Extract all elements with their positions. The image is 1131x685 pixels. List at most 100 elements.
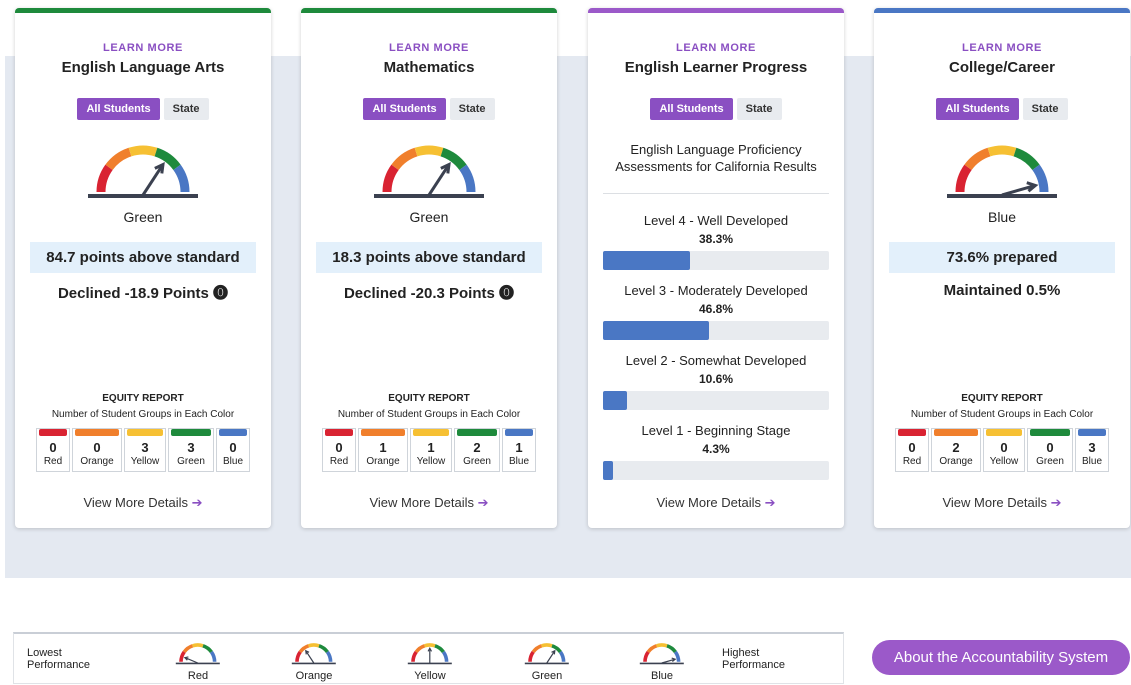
equity-color-bar	[75, 429, 119, 436]
all-students-button[interactable]: All Students	[650, 98, 733, 120]
equity-color-bar	[457, 429, 497, 436]
gauge-segment-red	[295, 650, 302, 662]
card-title: Mathematics	[383, 59, 475, 76]
equity-color-label: Green	[463, 456, 491, 467]
about-accountability-button[interactable]: About the Accountability System	[872, 640, 1130, 675]
gauge-needle	[305, 650, 315, 664]
equity-color-bar	[127, 429, 163, 436]
elpac-subtitle-line1: English Language Proficiency	[630, 142, 802, 157]
gauge-segment-yellow	[192, 643, 204, 648]
equity-color-label: Yellow	[416, 456, 446, 467]
state-button[interactable]: State	[449, 98, 495, 120]
learn-more-link[interactable]: LEARN MORE	[15, 42, 271, 54]
equity-count: 3	[1088, 440, 1096, 455]
equity-box-red: 0 Red	[895, 428, 929, 472]
student-group-toggle: All Students State	[301, 98, 557, 120]
equity-report-title: EQUITY REPORT	[388, 393, 470, 404]
view-more-details-link[interactable]: View More Details ➔	[15, 495, 271, 511]
level-name: Level 1 - Beginning Stage	[641, 423, 791, 438]
mini-gauge-icon	[524, 643, 569, 665]
learn-more-link[interactable]: LEARN MORE	[874, 42, 1130, 54]
equity-report-subtitle: Number of Student Groups in Each Color	[337, 409, 521, 420]
level-name: Level 4 - Well Developed	[643, 213, 789, 228]
equity-box-red: 0 Red	[36, 428, 70, 472]
learn-more-link[interactable]: LEARN MORE	[301, 42, 557, 54]
state-button[interactable]: State	[163, 98, 209, 120]
equity-color-label: Red	[43, 456, 63, 467]
equity-count: 1	[515, 440, 523, 455]
legend-lowest-line2: Performance	[27, 659, 90, 671]
view-more-details-link[interactable]: View More Details ➔	[301, 495, 557, 511]
equity-count: 3	[187, 440, 195, 455]
level-progress-fill	[603, 461, 613, 480]
level-progress-track	[603, 391, 829, 410]
level-progress-fill	[603, 251, 690, 270]
equity-count: 2	[473, 440, 481, 455]
status-value: 73.6% prepared	[889, 242, 1115, 273]
level-progress-track	[603, 251, 829, 270]
equity-color-counts: 0 Red 1 Orange 1 Yellow 2 Green 1 Blue	[301, 428, 557, 472]
equity-color-bar	[39, 429, 67, 436]
equity-report-subtitle: Number of Student Groups in Each Color	[51, 409, 235, 420]
equity-count: 1	[379, 440, 387, 455]
gauge-segment-yellow	[308, 643, 320, 648]
gauge-segment-yellow	[424, 643, 436, 648]
gauge-segment-green	[666, 644, 677, 654]
all-students-button[interactable]: All Students	[77, 98, 160, 120]
gauge-segment-blue	[209, 650, 217, 662]
legend-highest: Highest Performance	[722, 647, 785, 671]
view-more-details-link[interactable]: View More Details ➔	[588, 495, 844, 511]
mini-gauge-icon	[639, 643, 684, 665]
level-percent: 4.3%	[702, 442, 730, 456]
legend-item-blue: Blue	[637, 641, 687, 682]
gauge-segment-orange	[964, 147, 991, 171]
gauge-segment-blue	[558, 650, 566, 662]
legend-lowest-line1: Lowest	[27, 647, 62, 659]
equity-color-bar	[1030, 429, 1070, 436]
all-students-button[interactable]: All Students	[936, 98, 1019, 120]
gauge-segment-orange	[646, 644, 658, 654]
card-title: English Learner Progress	[624, 59, 808, 76]
equity-color-bar	[171, 429, 211, 436]
equity-count: 3	[141, 440, 149, 455]
view-more-label: View More Details	[83, 495, 188, 510]
performance-level-label: Green	[409, 209, 449, 225]
card-english-learner-progress: LEARN MORE English Learner Progress All …	[588, 8, 844, 528]
gauge-segment-orange	[531, 644, 543, 654]
equity-count: 0	[93, 440, 101, 455]
elpac-subtitle: English Language Proficiency Assessments…	[603, 141, 829, 175]
equity-color-label: Red	[329, 456, 349, 467]
equity-count: 0	[335, 440, 343, 455]
gauge-segment-green	[434, 644, 445, 654]
arrow-right-icon: ➔	[191, 495, 203, 510]
level-percent: 46.8%	[698, 302, 734, 316]
state-button[interactable]: State	[1022, 98, 1068, 120]
equity-box-orange: 0 Orange	[72, 428, 122, 472]
gauge-needle	[546, 650, 556, 664]
equity-count: 0	[49, 440, 57, 455]
gauge-segment-red	[411, 650, 418, 662]
gauge-segment-orange	[414, 644, 426, 654]
equity-color-bar	[413, 429, 449, 436]
performance-level-label: Green	[123, 209, 163, 225]
equity-box-orange: 1 Orange	[358, 428, 408, 472]
equity-color-label: Green	[1036, 456, 1064, 467]
equity-report-subtitle: Number of Student Groups in Each Color	[910, 409, 1094, 420]
gauge-segment-green	[318, 644, 329, 654]
view-more-label: View More Details	[656, 495, 761, 510]
gauge-segment-yellow	[541, 643, 553, 648]
legend-item-red: Red	[173, 641, 223, 682]
state-button[interactable]: State	[736, 98, 782, 120]
equity-box-orange: 2 Orange	[931, 428, 981, 472]
change-value: Declined -18.9 Points ⓿	[57, 285, 229, 302]
equity-color-counts: 0 Red 2 Orange 0 Yellow 0 Green 3 Blue	[874, 428, 1130, 472]
learn-more-link[interactable]: LEARN MORE	[588, 42, 844, 54]
legend-item-orange: Orange	[289, 641, 339, 682]
view-more-details-link[interactable]: View More Details ➔	[874, 495, 1130, 511]
performance-gauge-icon	[374, 145, 484, 198]
equity-color-label: Green	[177, 456, 205, 467]
equity-color-label: Orange	[366, 456, 400, 467]
gauge-segment-green	[1013, 147, 1040, 171]
legend-item-label: Orange	[295, 670, 333, 682]
all-students-button[interactable]: All Students	[363, 98, 446, 120]
